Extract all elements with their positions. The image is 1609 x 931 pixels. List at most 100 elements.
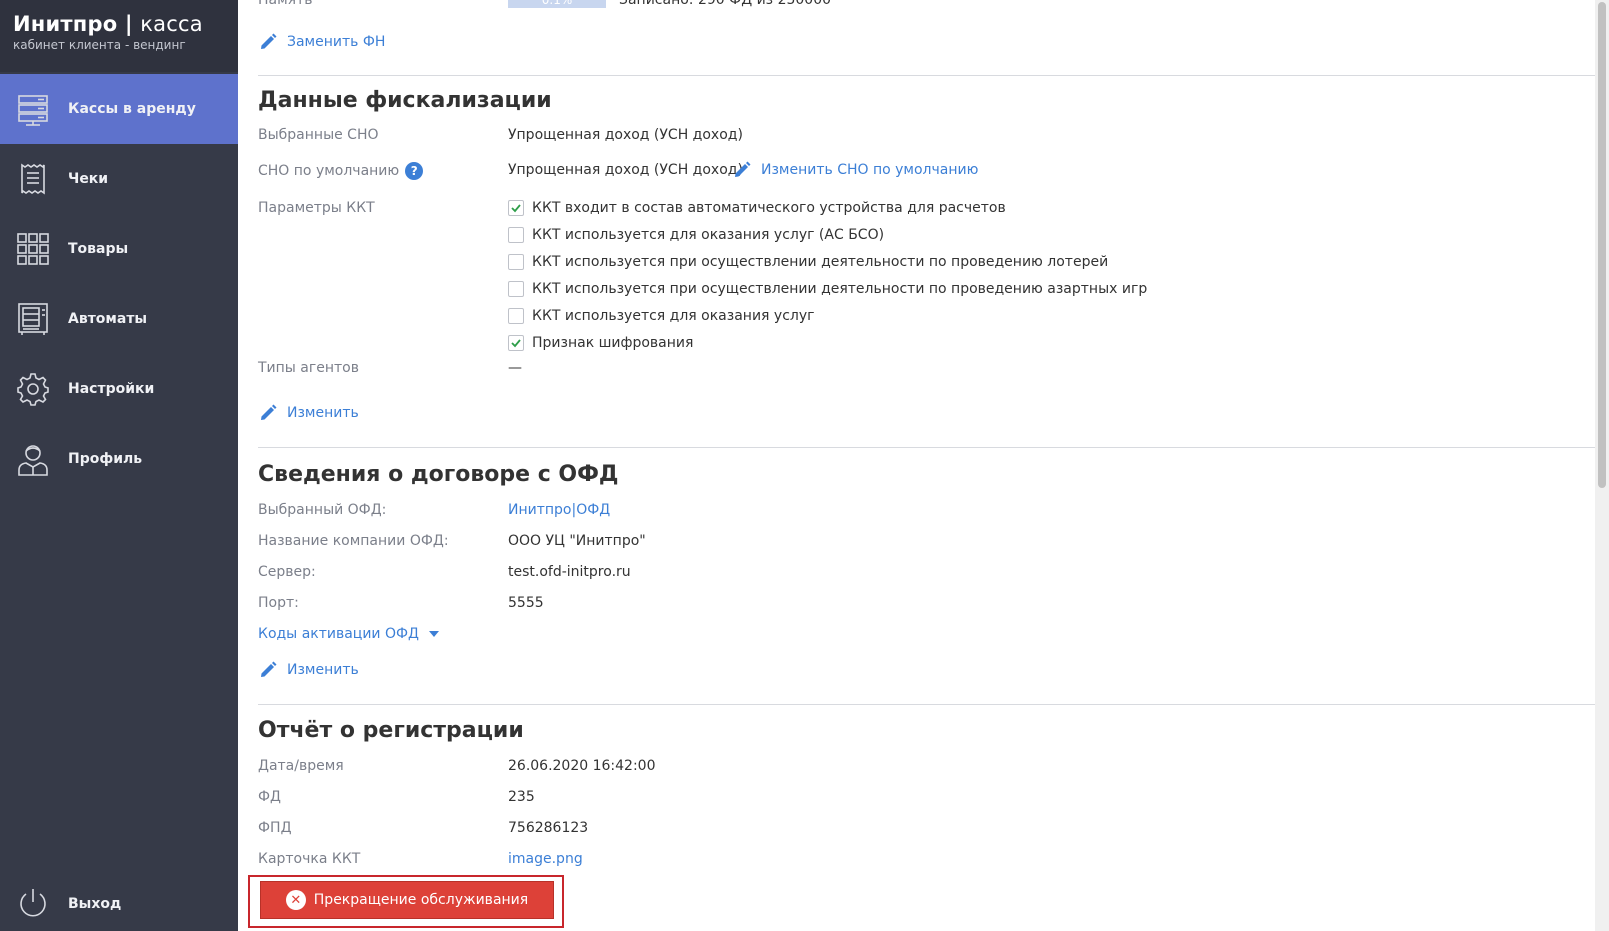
nav-item-receipts[interactable]: Чеки: [0, 144, 238, 214]
report-datetime-value: 26.06.2020 16:42:00: [508, 758, 656, 774]
ofd-company-value: ООО УЦ "Инитпро": [508, 533, 646, 549]
report-fd-label: ФД: [258, 789, 281, 805]
brand-product: касса: [140, 12, 203, 36]
ofd-activation-codes-toggle[interactable]: Коды активации ОФД: [258, 626, 440, 642]
change-default-sno-label: Изменить СНО по умолчанию: [761, 162, 979, 178]
checkbox-unchecked[interactable]: [508, 254, 524, 270]
ofd-server-value: test.ofd-initpro.ru: [508, 564, 631, 580]
check-icon: [511, 204, 521, 213]
sidebar: Инитпро | касса кабинет клиента - вендин…: [0, 0, 238, 931]
edit-fiscal-link[interactable]: Изменить: [258, 403, 359, 423]
pencil-icon: [261, 33, 277, 49]
vending-machine-icon: [15, 301, 51, 337]
checkbox-checked[interactable]: [508, 335, 524, 351]
nav-label: Кассы в аренду: [68, 101, 196, 117]
param-checkbox[interactable]: ККТ входит в состав автоматического устр…: [508, 200, 1006, 216]
nav-item-settings[interactable]: Настройки: [0, 354, 238, 424]
nav-item-cash-registers[interactable]: Кассы в аренду: [0, 74, 238, 144]
check-icon: [511, 339, 521, 348]
param-label: Признак шифрования: [532, 335, 694, 351]
logout-label: Выход: [68, 896, 122, 912]
main-content: Память 0.1% Записано: 290 ФД из 250000 З…: [238, 0, 1600, 931]
checkbox-checked[interactable]: [508, 200, 524, 216]
sno-label: Выбранные СНО: [258, 127, 379, 143]
ofd-selected-link[interactable]: Инитпро|ОФД: [508, 502, 610, 518]
report-card-link[interactable]: image.png: [508, 851, 583, 867]
divider: [258, 75, 1600, 76]
nav-item-vending-machines[interactable]: Автоматы: [0, 284, 238, 354]
ofd-selected-label: Выбранный ОФД:: [258, 502, 387, 518]
report-card-label: Карточка ККТ: [258, 851, 361, 867]
scrollbar-thumb[interactable]: [1598, 2, 1606, 488]
close-circle-icon: ✕: [285, 890, 306, 910]
memory-label: Память: [258, 0, 313, 8]
server-icon: [15, 91, 51, 127]
grid-icon: [15, 231, 51, 267]
report-fpd-label: ФПД: [258, 820, 292, 836]
section-title-ofd: Сведения о договоре с ОФД: [258, 462, 619, 487]
scrollbar[interactable]: [1595, 0, 1609, 931]
brand: Инитпро | касса кабинет клиента - вендин…: [0, 0, 238, 72]
pencil-icon: [261, 404, 277, 420]
user-icon: [15, 441, 51, 477]
default-sno-value: Упрощенная доход (УСН доход): [508, 162, 743, 178]
change-default-sno-link[interactable]: Изменить СНО по умолчанию: [732, 160, 978, 180]
nav-label: Автоматы: [68, 311, 148, 327]
gear-icon: [15, 371, 51, 407]
nav-label: Товары: [68, 241, 129, 257]
param-checkbox[interactable]: ККТ используется для оказания услуг (АС …: [508, 227, 884, 243]
replace-fn-link[interactable]: Заменить ФН: [258, 32, 385, 52]
nav-label: Настройки: [68, 381, 155, 397]
help-icon[interactable]: ?: [405, 162, 424, 180]
caret-down-icon: [429, 631, 440, 637]
divider: [258, 704, 1600, 705]
default-sno-label-text: СНО по умолчанию: [258, 163, 400, 179]
brand-name: Инитпро: [13, 12, 118, 36]
report-fd-value: 235: [508, 789, 535, 805]
param-checkbox[interactable]: Признак шифрования: [508, 335, 693, 351]
param-checkbox[interactable]: ККТ используется для оказания услуг: [508, 308, 814, 324]
report-datetime-label: Дата/время: [258, 758, 344, 774]
brand-separator: |: [117, 12, 141, 36]
param-checkbox[interactable]: ККТ используется при осуществлении деяте…: [508, 281, 1147, 297]
ofd-activation-codes-label: Коды активации ОФД: [258, 626, 419, 642]
brand-title: Инитпро | касса: [13, 12, 238, 36]
stop-service-label: Прекращение обслуживания: [313, 892, 529, 908]
param-label: ККТ используется при осуществлении деяте…: [532, 281, 1148, 297]
agents-label: Типы агентов: [258, 360, 359, 376]
param-checkbox[interactable]: ККТ используется при осуществлении деяте…: [508, 254, 1108, 270]
edit-ofd-label: Изменить: [287, 662, 359, 678]
section-title-report: Отчёт о регистрации: [258, 718, 524, 743]
ofd-port-value: 5555: [508, 595, 544, 611]
nav-item-profile[interactable]: Профиль: [0, 424, 238, 494]
power-icon: [15, 886, 51, 922]
receipt-icon: [15, 161, 51, 197]
nav-label: Чеки: [68, 171, 109, 187]
edit-fiscal-label: Изменить: [287, 405, 359, 421]
memory-text: Записано: 290 ФД из 250000: [619, 0, 832, 8]
ofd-company-label: Название компании ОФД:: [258, 533, 449, 549]
pencil-icon: [261, 661, 277, 677]
checkbox-unchecked[interactable]: [508, 281, 524, 297]
pencil-icon: [735, 161, 751, 177]
checkbox-unchecked[interactable]: [508, 308, 524, 324]
report-fpd-value: 756286123: [508, 820, 589, 836]
checkbox-unchecked[interactable]: [508, 227, 524, 243]
nav-item-goods[interactable]: Товары: [0, 214, 238, 284]
replace-fn-label: Заменить ФН: [287, 34, 386, 50]
param-label: ККТ используется при осуществлении деяте…: [532, 254, 1109, 270]
default-sno-label: СНО по умолчанию?: [258, 162, 424, 180]
param-label: ККТ входит в состав автоматического устр…: [532, 200, 1006, 216]
ofd-port-label: Порт:: [258, 595, 299, 611]
param-label: ККТ используется для оказания услуг (АС …: [532, 227, 885, 243]
stop-service-button[interactable]: ✕ Прекращение обслуживания: [260, 881, 554, 919]
edit-ofd-link[interactable]: Изменить: [258, 660, 359, 680]
section-title-fiscal: Данные фискализации: [258, 88, 552, 113]
ofd-server-label: Сервер:: [258, 564, 316, 580]
brand-subtitle: кабинет клиента - вендинг: [13, 38, 186, 52]
params-label: Параметры ККТ: [258, 200, 375, 216]
highlight-frame: ✕ Прекращение обслуживания: [248, 875, 564, 928]
param-label: ККТ используется для оказания услуг: [532, 308, 815, 324]
logout-button[interactable]: Выход: [0, 869, 238, 931]
nav-label: Профиль: [68, 451, 143, 467]
